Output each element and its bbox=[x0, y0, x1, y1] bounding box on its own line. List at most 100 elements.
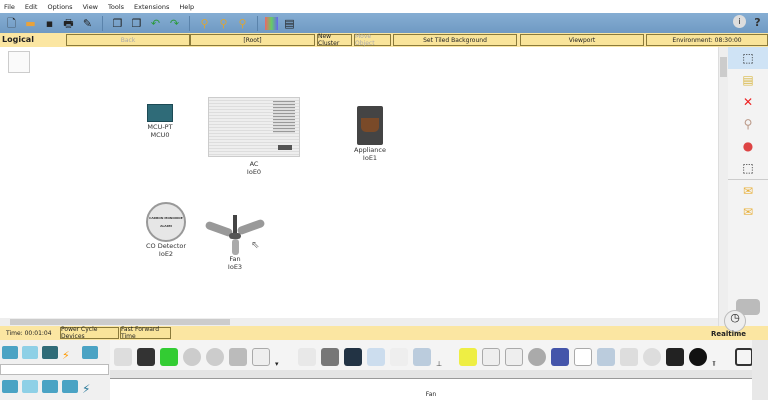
connections-icon[interactable]: ⚡ bbox=[62, 349, 78, 362]
back-button[interactable]: Back bbox=[66, 34, 190, 46]
power-grid-icon[interactable]: ⚡ bbox=[82, 382, 98, 396]
note-icon[interactable]: ▤ bbox=[728, 69, 768, 91]
menu-help[interactable]: Help bbox=[179, 3, 194, 11]
battery-icon[interactable] bbox=[160, 348, 178, 366]
menu-options[interactable]: Options bbox=[47, 3, 72, 11]
zoom-out-icon[interactable]: ⚲ bbox=[235, 16, 250, 31]
menu-file[interactable]: File bbox=[4, 3, 15, 11]
portal-icon[interactable] bbox=[735, 348, 752, 366]
horizontal-scrollbar[interactable] bbox=[0, 318, 718, 326]
end-devices-icon[interactable] bbox=[22, 346, 38, 359]
menu-tools[interactable]: Tools bbox=[108, 3, 124, 11]
time-display: Time: 00:01:04 bbox=[6, 330, 52, 337]
zoom-in-icon[interactable]: ⚲ bbox=[197, 16, 212, 31]
device-type: Appliance bbox=[354, 146, 386, 154]
keypad-icon[interactable] bbox=[551, 348, 569, 366]
window-device-icon[interactable] bbox=[114, 348, 132, 366]
air-conditioner-icon bbox=[208, 97, 300, 157]
rfid-icon[interactable] bbox=[620, 348, 638, 366]
fast-forward-button[interactable]: Fast Forward Time bbox=[120, 326, 171, 340]
print-icon[interactable]: 🖶 bbox=[61, 16, 76, 31]
time-bar: Time: 00:01:04 Power Cycle Devices Fast … bbox=[0, 310, 768, 340]
smart-city-icon[interactable] bbox=[42, 380, 58, 393]
menu-view[interactable]: View bbox=[83, 3, 98, 11]
coffee-maker-icon[interactable] bbox=[137, 348, 155, 366]
door-icon[interactable] bbox=[252, 348, 270, 366]
right-tool-panel: ⬚ ▤ ✕ ⚲ ● ⬚ ✉ ✉ bbox=[728, 47, 768, 326]
home-icon[interactable] bbox=[22, 380, 38, 393]
light-switch-icon[interactable] bbox=[482, 348, 500, 366]
device-ac[interactable]: AC IoE0 bbox=[206, 97, 302, 176]
undo-icon[interactable]: ↶ bbox=[148, 16, 163, 31]
window-icon[interactable] bbox=[597, 348, 615, 366]
monitor-icon[interactable] bbox=[390, 348, 408, 366]
miscellaneous-icon[interactable] bbox=[82, 346, 98, 359]
realtime-clock-icon[interactable]: ◷ bbox=[724, 310, 746, 332]
pc-icon[interactable] bbox=[2, 380, 18, 393]
help-icon[interactable]: ? bbox=[750, 15, 765, 30]
open-folder-icon[interactable]: ▬ bbox=[23, 16, 38, 31]
device-appliance[interactable]: Appliance IoE1 bbox=[348, 106, 392, 162]
industrial-icon[interactable] bbox=[62, 380, 78, 393]
resize-icon[interactable]: ⬚ bbox=[728, 157, 768, 179]
move-object-button[interactable]: Move Object bbox=[354, 33, 391, 47]
paste-icon[interactable]: ❐ bbox=[129, 16, 144, 31]
menu-edit[interactable]: Edit bbox=[25, 3, 38, 11]
camera-icon[interactable] bbox=[689, 348, 707, 366]
network-devices-icon[interactable] bbox=[2, 346, 18, 359]
device-fan[interactable]: Fan IoE3 bbox=[200, 215, 270, 271]
custom-device-icon[interactable]: ▤ bbox=[282, 16, 297, 31]
new-cluster-button[interactable]: New Cluster bbox=[317, 33, 352, 47]
palette-icon[interactable] bbox=[265, 16, 278, 30]
navigation-icon[interactable] bbox=[8, 51, 30, 73]
antenna-icon[interactable]: ⫪ bbox=[712, 360, 730, 370]
delete-icon[interactable]: ✕ bbox=[728, 91, 768, 113]
zoom-reset-icon[interactable]: ⚲ bbox=[216, 16, 231, 31]
device-list-scrollbar[interactable] bbox=[110, 370, 752, 378]
smoke-detector-icon[interactable] bbox=[206, 348, 224, 366]
switch-icon[interactable]: ⊥ bbox=[436, 360, 454, 370]
add-simple-pdu-icon[interactable]: ✉ bbox=[728, 179, 768, 201]
solar-panel-icon[interactable] bbox=[413, 348, 431, 366]
device-name: IoE0 bbox=[246, 168, 262, 176]
copy-icon[interactable]: ❐ bbox=[110, 16, 125, 31]
select-icon[interactable]: ⬚ bbox=[728, 47, 768, 69]
add-complex-pdu-icon[interactable]: ✉ bbox=[728, 201, 768, 223]
co-detector-icon[interactable] bbox=[183, 348, 201, 366]
save-icon[interactable]: ▪ bbox=[42, 16, 57, 31]
garage-door-icon[interactable] bbox=[321, 348, 339, 366]
ceiling-fan-icon[interactable] bbox=[229, 348, 247, 366]
power-cycle-button[interactable]: Power Cycle Devices bbox=[60, 326, 119, 340]
info-icon[interactable]: i bbox=[733, 15, 746, 28]
viewport-button[interactable]: Viewport bbox=[520, 34, 644, 46]
activity-wizard-icon[interactable]: ✎ bbox=[80, 16, 95, 31]
redo-icon[interactable]: ↷ bbox=[167, 16, 182, 31]
fire-sprinkler-icon[interactable] bbox=[643, 348, 661, 366]
device-panel-scrollbar[interactable] bbox=[752, 340, 768, 400]
workspace-canvas[interactable]: MCU-PT MCU0 AC IoE0 Appliance IoE1 CARBON M… bbox=[0, 47, 718, 318]
device-search-input[interactable] bbox=[0, 364, 109, 375]
humidifier-icon[interactable] bbox=[367, 348, 385, 366]
sprinkler-icon[interactable]: ▾ bbox=[275, 360, 293, 370]
menu-extensions[interactable]: Extensions bbox=[134, 3, 169, 11]
lamp-icon[interactable] bbox=[459, 348, 477, 366]
selected-device-label: Fan bbox=[110, 378, 752, 400]
siren-icon[interactable] bbox=[528, 348, 546, 366]
draw-shape-icon[interactable]: ● bbox=[728, 135, 768, 157]
components-icon[interactable] bbox=[42, 346, 58, 359]
device-mcu0[interactable]: MCU-PT MCU0 bbox=[138, 104, 182, 139]
thermostat-icon[interactable] bbox=[505, 348, 523, 366]
set-tiled-background-button[interactable]: Set Tiled Background bbox=[393, 34, 517, 46]
new-file-icon[interactable]: 🗋 bbox=[4, 16, 19, 31]
environment-button[interactable]: Environment: 08:30:00 bbox=[646, 34, 768, 46]
home-speaker-icon[interactable] bbox=[666, 348, 684, 366]
device-category-row: ⚡ bbox=[2, 346, 102, 362]
ac-icon[interactable] bbox=[298, 348, 316, 366]
device-co-detector[interactable]: CARBON MONOXIDE ALARM CO Detector IoE2 bbox=[140, 202, 192, 258]
device-type: CO Detector bbox=[145, 242, 187, 250]
inspect-icon[interactable]: ⚲ bbox=[728, 113, 768, 135]
vertical-scrollbar[interactable] bbox=[718, 47, 728, 326]
root-button[interactable]: [Root] bbox=[190, 34, 315, 46]
webcam-device-icon[interactable] bbox=[574, 348, 592, 366]
speaker-icon[interactable] bbox=[344, 348, 362, 366]
